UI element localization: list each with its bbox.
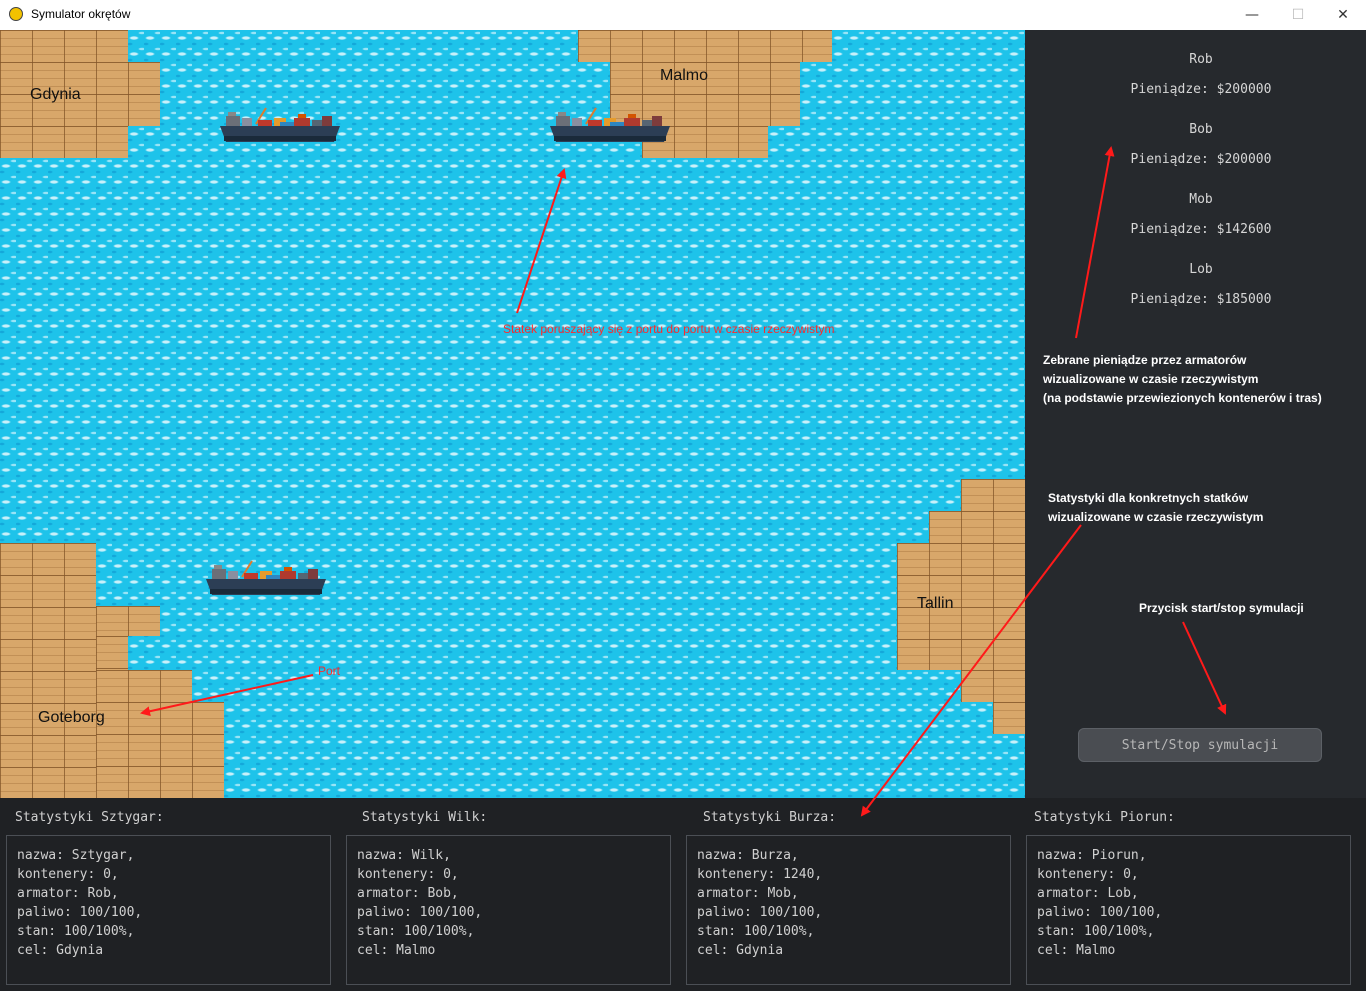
- stats-box-wilk: nazwa: Wilk, kontenery: 0, armator: Bob,…: [346, 835, 671, 985]
- app-icon: [9, 7, 23, 21]
- stat-line: nazwa: Burza,: [697, 848, 799, 863]
- stat-line: stan: 100/100%,: [17, 924, 135, 939]
- close-button[interactable]: ✕: [1320, 0, 1366, 30]
- land-tallin-2: [929, 511, 1025, 543]
- port-label-goteborg: Goteborg: [38, 709, 105, 726]
- land-malmo-top: [578, 30, 832, 62]
- owner-name: Rob: [1189, 52, 1213, 67]
- owner-name: Mob: [1189, 192, 1213, 207]
- stats-title: Statystyki Piorun:: [1034, 810, 1175, 825]
- stat-line: cel: Malmo: [357, 943, 436, 958]
- stats-title: Statystyki Burza:: [703, 810, 837, 825]
- money-note: Zebrane pieniądze przez armatorów wizual…: [1043, 351, 1322, 408]
- maximize-button[interactable]: ☐: [1275, 0, 1321, 30]
- stats-note-line: Statystyki dla konkretnych statków: [1048, 491, 1249, 505]
- stat-line: kontenery: 0,: [1037, 867, 1139, 882]
- stat-line: kontenery: 0,: [357, 867, 459, 882]
- minimize-button[interactable]: —: [1229, 0, 1275, 30]
- stats-lines: nazwa: Burza, kontenery: 1240, armator: …: [697, 846, 822, 960]
- owner-name: Lob: [1189, 262, 1213, 277]
- land-tallin-4: [961, 670, 1025, 702]
- money-note-line: Zebrane pieniądze przez armatorów: [1043, 353, 1247, 367]
- stat-line: cel: Gdynia: [697, 943, 784, 958]
- stats-note-line: wizualizowane w czasie rzeczywistym: [1048, 510, 1264, 524]
- stats-lines: nazwa: Sztygar, kontenery: 0, armator: R…: [17, 846, 142, 960]
- stat-line: kontenery: 0,: [17, 867, 119, 882]
- owner-money: Pieniądze: $185000: [1130, 292, 1272, 307]
- annotation-port: Port: [318, 664, 341, 678]
- stat-line: nazwa: Piorun,: [1037, 848, 1147, 863]
- stats-box-piorun: nazwa: Piorun, kontenery: 0, armator: Lo…: [1026, 835, 1351, 985]
- stats-box-sztygar: nazwa: Sztygar, kontenery: 0, armator: R…: [6, 835, 331, 985]
- land-gdynia-edge: [128, 62, 160, 126]
- stats-title: Statystyki Wilk:: [362, 810, 488, 825]
- money-note-line: (na podstawie przewiezionych kontenerów …: [1043, 391, 1322, 405]
- port-label-gdynia: Gdynia: [30, 86, 81, 103]
- stat-line: stan: 100/100%,: [1037, 924, 1155, 939]
- window-title: Symulator okrętów: [31, 7, 131, 21]
- owner-money: Pieniądze: $142600: [1130, 222, 1272, 237]
- stat-line: cel: Gdynia: [17, 943, 104, 958]
- land-goteborg-step2: [96, 636, 128, 670]
- stat-line: paliwo: 100/100,: [1037, 905, 1163, 920]
- stat-line: armator: Lob,: [1037, 886, 1139, 901]
- stat-line: paliwo: 100/100,: [697, 905, 823, 920]
- owner-name: Bob: [1189, 122, 1213, 137]
- port-label-malmo: Malmo: [660, 67, 709, 84]
- owners-panel: Rob Pieniądze: $200000 Bob Pieniądze: $2…: [1025, 30, 1366, 798]
- stats-lines: nazwa: Wilk, kontenery: 0, armator: Bob,…: [357, 846, 482, 960]
- stat-line: paliwo: 100/100,: [17, 905, 143, 920]
- stat-line: cel: Malmo: [1037, 943, 1116, 958]
- stats-title: Statystyki Sztygar:: [15, 810, 164, 825]
- button-note: Przycisk start/stop symulacji: [1139, 601, 1304, 615]
- owner-money: Pieniądze: $200000: [1130, 82, 1272, 97]
- owner-money: Pieniądze: $200000: [1130, 152, 1272, 167]
- stats-box-burza: nazwa: Burza, kontenery: 1240, armator: …: [686, 835, 1011, 985]
- ship-icon[interactable]: [548, 102, 672, 148]
- sea-map: Gdynia Malmo Goteborg Tallin: [0, 30, 1025, 798]
- land-goteborg: [0, 543, 96, 798]
- stat-line: paliwo: 100/100,: [357, 905, 483, 920]
- land-goteborg-step3: [96, 670, 192, 702]
- stat-line: armator: Rob,: [17, 886, 119, 901]
- stat-line: stan: 100/100%,: [357, 924, 475, 939]
- stat-line: nazwa: Wilk,: [357, 848, 451, 863]
- title-bar: Symulator okrętów — ☐ ✕: [0, 0, 1366, 30]
- port-label-tallin: Tallin: [917, 595, 954, 612]
- stat-line: kontenery: 1240,: [697, 867, 823, 882]
- money-note-line: wizualizowane w czasie rzeczywistym: [1043, 372, 1259, 386]
- stat-line: armator: Mob,: [697, 886, 799, 901]
- annotation-ship: Statek poruszający się z portu do portu …: [503, 322, 835, 336]
- land-goteborg-step4: [96, 702, 224, 798]
- stats-note: Statystyki dla konkretnych statków wizua…: [1048, 489, 1263, 527]
- land-goteborg-step1: [96, 606, 160, 636]
- stats-lines: nazwa: Piorun, kontenery: 0, armator: Lo…: [1037, 846, 1162, 960]
- stat-line: stan: 100/100%,: [697, 924, 815, 939]
- ship-icon[interactable]: [204, 555, 328, 601]
- stat-line: armator: Bob,: [357, 886, 459, 901]
- land-tallin-top: [961, 479, 1025, 511]
- stat-line: nazwa: Sztygar,: [17, 848, 135, 863]
- land-tallin-5: [993, 702, 1025, 734]
- start-stop-button[interactable]: Start/Stop symulacji: [1078, 728, 1322, 762]
- ship-icon[interactable]: [218, 102, 342, 148]
